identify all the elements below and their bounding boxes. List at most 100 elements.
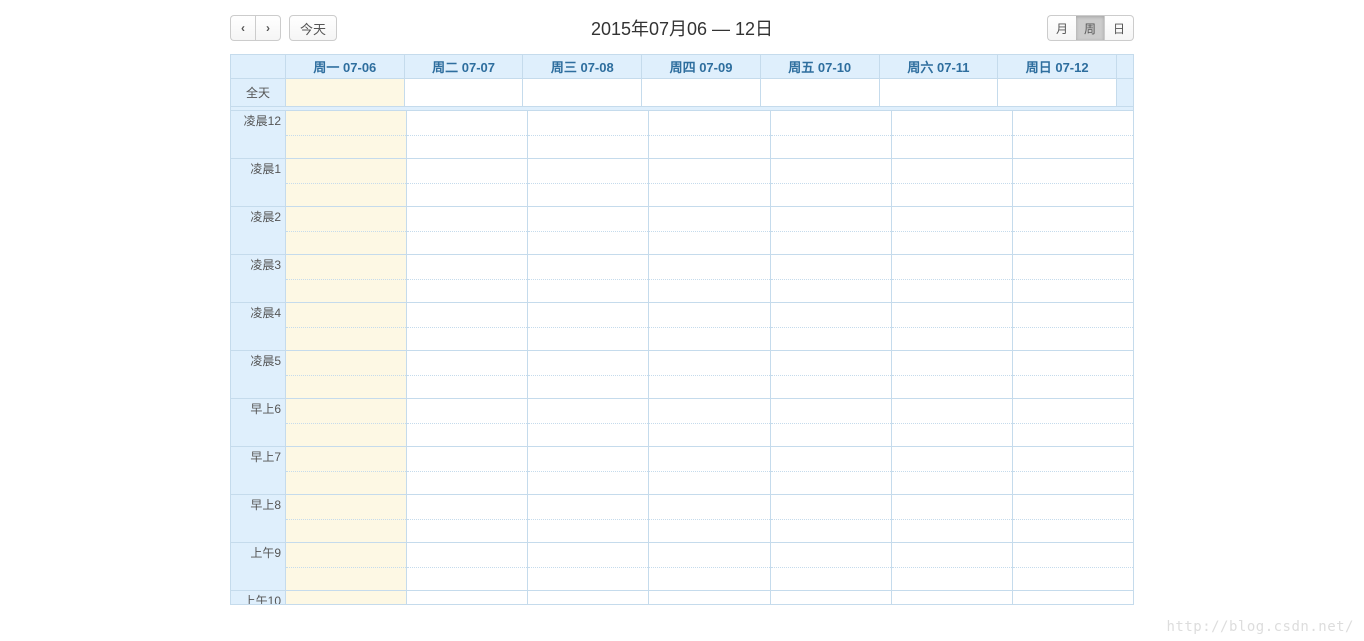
day-header[interactable]: 周二 07-07 (405, 55, 524, 79)
hour-slot[interactable] (771, 159, 891, 207)
hour-slot[interactable] (1013, 591, 1133, 605)
day-header[interactable]: 周一 07-06 (286, 55, 405, 79)
hour-slot[interactable] (1013, 543, 1133, 591)
hour-slot[interactable] (286, 591, 406, 605)
hour-slot[interactable] (1013, 255, 1133, 303)
hour-slot[interactable] (1013, 495, 1133, 543)
hour-slot[interactable] (1013, 351, 1133, 399)
hour-slot[interactable] (528, 543, 648, 591)
hour-slot[interactable] (528, 591, 648, 605)
hour-slot[interactable] (286, 303, 406, 351)
hour-slot[interactable] (286, 351, 406, 399)
hour-slot[interactable] (286, 447, 406, 495)
hour-slot[interactable] (1013, 111, 1133, 159)
hour-slot[interactable] (892, 111, 1012, 159)
hour-slot[interactable] (771, 351, 891, 399)
hour-slot[interactable] (1013, 447, 1133, 495)
hour-slot[interactable] (649, 399, 769, 447)
hour-slot[interactable] (892, 255, 1012, 303)
hour-slot[interactable] (528, 111, 648, 159)
hour-slot[interactable] (407, 351, 527, 399)
day-column[interactable] (892, 111, 1013, 604)
hour-slot[interactable] (649, 447, 769, 495)
hour-slot[interactable] (528, 303, 648, 351)
day-column[interactable] (771, 111, 892, 604)
allday-cell[interactable] (642, 79, 761, 107)
hour-slot[interactable] (892, 303, 1012, 351)
hour-slot[interactable] (286, 543, 406, 591)
hour-slot[interactable] (407, 399, 527, 447)
hour-slot[interactable] (771, 495, 891, 543)
allday-cell[interactable] (880, 79, 999, 107)
prev-button[interactable]: ‹ (230, 15, 255, 41)
hour-slot[interactable] (1013, 207, 1133, 255)
day-header[interactable]: 周五 07-10 (761, 55, 880, 79)
hour-slot[interactable] (1013, 303, 1133, 351)
hour-slot[interactable] (771, 207, 891, 255)
hour-slot[interactable] (528, 399, 648, 447)
hour-slot[interactable] (286, 111, 406, 159)
hour-slot[interactable] (1013, 159, 1133, 207)
view-week-button[interactable]: 周 (1076, 15, 1105, 41)
hour-slot[interactable] (771, 399, 891, 447)
hour-slot[interactable] (407, 495, 527, 543)
hour-slot[interactable] (528, 207, 648, 255)
day-column[interactable] (407, 111, 528, 604)
hour-slot[interactable] (286, 159, 406, 207)
hour-slot[interactable] (771, 447, 891, 495)
hour-slot[interactable] (407, 543, 527, 591)
allday-cell[interactable] (761, 79, 880, 107)
hour-slot[interactable] (528, 159, 648, 207)
hour-slot[interactable] (649, 351, 769, 399)
hour-slot[interactable] (771, 591, 891, 605)
day-column[interactable] (649, 111, 770, 604)
hour-slot[interactable] (528, 447, 648, 495)
next-button[interactable]: › (255, 15, 281, 41)
day-column[interactable] (528, 111, 649, 604)
allday-cell[interactable] (523, 79, 642, 107)
hour-slot[interactable] (407, 159, 527, 207)
day-column[interactable] (286, 111, 407, 604)
hour-slot[interactable] (407, 255, 527, 303)
day-column[interactable] (1013, 111, 1133, 604)
hour-slot[interactable] (649, 159, 769, 207)
hour-slot[interactable] (528, 495, 648, 543)
hour-slot[interactable] (528, 351, 648, 399)
hour-slot[interactable] (892, 399, 1012, 447)
hour-slot[interactable] (892, 495, 1012, 543)
hour-slot[interactable] (286, 207, 406, 255)
view-day-button[interactable]: 日 (1105, 15, 1134, 41)
today-button[interactable]: 今天 (289, 15, 337, 41)
hour-slot[interactable] (649, 591, 769, 605)
hour-slot[interactable] (528, 255, 648, 303)
hour-slot[interactable] (407, 207, 527, 255)
view-month-button[interactable]: 月 (1047, 15, 1076, 41)
hour-slot[interactable] (771, 111, 891, 159)
allday-cell[interactable] (405, 79, 524, 107)
hour-slot[interactable] (649, 111, 769, 159)
hour-slot[interactable] (892, 351, 1012, 399)
hour-slot[interactable] (286, 255, 406, 303)
hour-slot[interactable] (1013, 399, 1133, 447)
hour-slot[interactable] (407, 447, 527, 495)
hour-slot[interactable] (771, 303, 891, 351)
allday-cell[interactable] (286, 79, 405, 107)
hour-slot[interactable] (407, 111, 527, 159)
hour-slot[interactable] (407, 303, 527, 351)
hour-slot[interactable] (286, 399, 406, 447)
hour-slot[interactable] (649, 495, 769, 543)
hour-slot[interactable] (892, 207, 1012, 255)
calendar-grid-body[interactable]: 凌晨12凌晨1凌晨2凌晨3凌晨4凌晨5早上6早上7早上8上午9上午10上午11中… (230, 111, 1134, 605)
hour-slot[interactable] (892, 447, 1012, 495)
hour-slot[interactable] (771, 255, 891, 303)
hour-slot[interactable] (286, 495, 406, 543)
day-header[interactable]: 周六 07-11 (880, 55, 999, 79)
hour-slot[interactable] (892, 159, 1012, 207)
hour-slot[interactable] (649, 255, 769, 303)
day-header[interactable]: 周三 07-08 (523, 55, 642, 79)
hour-slot[interactable] (771, 543, 891, 591)
allday-cell[interactable] (998, 79, 1117, 107)
hour-slot[interactable] (407, 591, 527, 605)
hour-slot[interactable] (892, 591, 1012, 605)
day-header[interactable]: 周日 07-12 (998, 55, 1117, 79)
